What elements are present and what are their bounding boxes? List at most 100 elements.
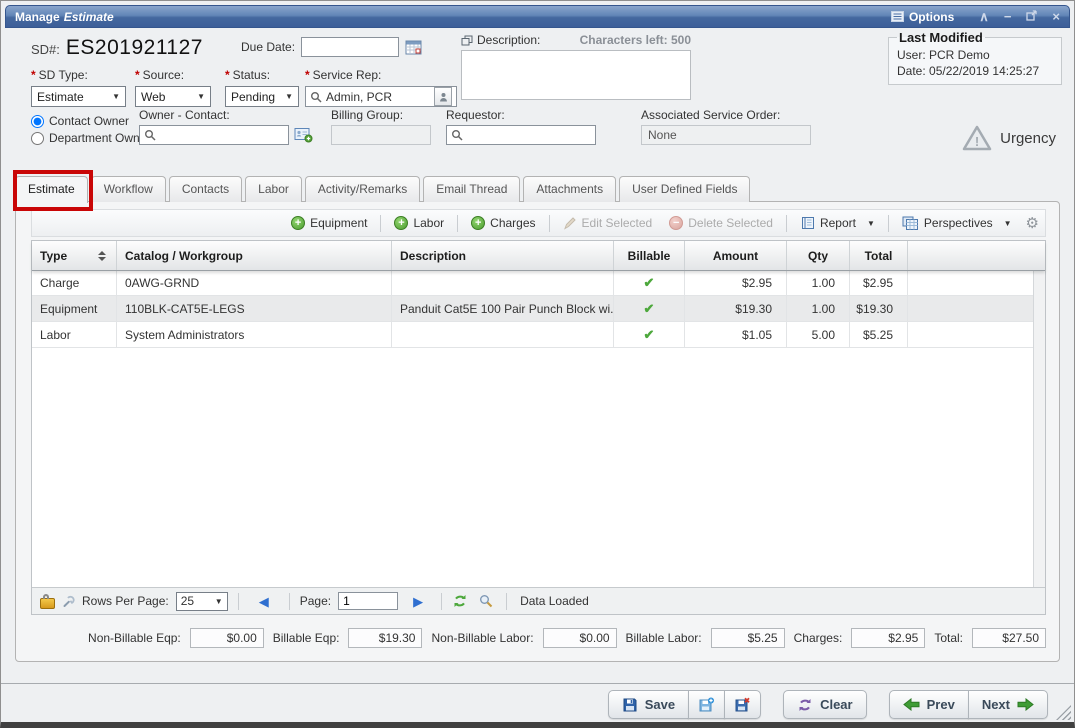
delete-selected-label: Delete Selected [688, 216, 773, 230]
save-and-new-button[interactable] [688, 690, 725, 719]
required-icon: * [135, 68, 140, 82]
requestor-field[interactable] [446, 125, 596, 145]
next-page-button[interactable]: ▶ [413, 595, 423, 608]
add-charges-label: Charges [490, 216, 535, 230]
clear-button[interactable]: Clear [783, 690, 867, 719]
options-button[interactable]: Options [891, 10, 954, 24]
tab-estimate[interactable]: Estimate [15, 176, 88, 203]
sd-type-select[interactable]: Estimate ▼ [31, 86, 126, 107]
close-icon: × [1052, 9, 1060, 24]
non-billable-labor-label: Non-Billable Labor: [431, 631, 533, 645]
save-button[interactable]: Save [608, 690, 689, 719]
add-equipment-button[interactable]: + Equipment [284, 213, 374, 233]
total-label: Total: [934, 631, 963, 645]
column-header-billable[interactable]: Billable [614, 241, 685, 270]
collapse-button[interactable]: ∧ [979, 10, 989, 23]
cell-total: $19.30 [850, 296, 908, 321]
add-charges-button[interactable]: + Charges [464, 213, 542, 233]
edit-selected-button[interactable]: Edit Selected [556, 213, 660, 233]
contact-owner-radio-input[interactable] [31, 115, 44, 128]
svg-text:!: ! [975, 134, 979, 149]
associated-so-group: Associated Service Order: None [641, 108, 811, 145]
table-row[interactable]: Charge 0AWG-GRND ✔ $2.95 1.00 $2.95 [32, 270, 1034, 296]
urgency-label: Urgency [1000, 130, 1056, 147]
save-label: Save [645, 697, 675, 712]
column-header-description[interactable]: Description [392, 241, 614, 270]
sd-number-value: ES201921127 [66, 36, 203, 60]
prev-page-button[interactable]: ◀ [259, 595, 269, 608]
department-owner-label: Department Owner [49, 131, 150, 145]
save-and-close-button[interactable] [724, 690, 761, 719]
column-header-catalog[interactable]: Catalog / Workgroup [117, 241, 392, 270]
tab-labor[interactable]: Labor [245, 176, 302, 202]
tab-attachments[interactable]: Attachments [523, 176, 616, 202]
table-row[interactable]: Labor System Administrators ✔ $1.05 5.00… [32, 322, 1034, 348]
due-date-input[interactable] [301, 37, 399, 57]
add-labor-button[interactable]: + Labor [387, 213, 451, 233]
report-dropdown-button[interactable]: Report ▼ [793, 213, 882, 233]
report-icon [800, 216, 815, 230]
gear-icon[interactable]: ⚙ [1026, 214, 1039, 232]
tab-workflow[interactable]: Workflow [91, 176, 166, 202]
rows-per-page-select[interactable]: 25 ▼ [176, 592, 228, 611]
description-textarea[interactable] [461, 50, 691, 100]
edit-selected-label: Edit Selected [582, 216, 653, 230]
last-modified-box: Last Modified User: PCR Demo Date: 05/22… [888, 30, 1062, 85]
chevron-down-icon: ▼ [197, 92, 205, 101]
tab-email-thread[interactable]: Email Thread [423, 176, 520, 202]
urgency-indicator[interactable]: ! Urgency [961, 124, 1056, 152]
wrench-icon[interactable] [62, 595, 75, 608]
chevron-down-icon: ▼ [112, 92, 120, 101]
column-header-type[interactable]: Type [32, 241, 117, 270]
page-input[interactable] [338, 592, 398, 610]
service-rep-field[interactable]: Admin, PCR [305, 86, 457, 107]
service-rep-person-button[interactable] [434, 87, 452, 106]
contact-owner-radio[interactable]: Contact Owner [31, 114, 150, 128]
billable-check-icon: ✔ [614, 270, 685, 295]
associated-so-label: Associated Service Order: [641, 108, 811, 122]
owner-contact-field[interactable] [139, 125, 289, 145]
refresh-icon[interactable] [452, 594, 468, 608]
perspectives-dropdown-button[interactable]: Perspectives ▼ [895, 213, 1019, 234]
perspectives-label: Perspectives [924, 216, 993, 230]
table-row[interactable]: Equipment 110BLK-CAT5E-LEGS Panduit Cat5… [32, 296, 1034, 322]
close-button[interactable]: × [1052, 10, 1060, 23]
department-owner-radio-input[interactable] [31, 132, 44, 145]
status-select[interactable]: Pending ▼ [225, 86, 299, 107]
next-button[interactable]: Next [968, 690, 1048, 719]
column-header-amount[interactable]: Amount [685, 241, 787, 270]
required-icon: * [31, 68, 36, 82]
cell-description [392, 270, 614, 295]
lock-icon[interactable] [40, 598, 55, 609]
description-label: Description: [477, 33, 540, 47]
associated-so-value: None [648, 128, 677, 142]
tab-strip: Estimate Workflow Contacts Labor Activit… [15, 173, 1060, 202]
report-label: Report [820, 216, 856, 230]
source-select[interactable]: Web ▼ [135, 86, 211, 107]
column-header-total[interactable]: Total [850, 241, 908, 270]
cell-filler [908, 296, 1034, 321]
cell-type: Equipment [32, 296, 117, 321]
minimize-button[interactable]: − [1004, 10, 1012, 23]
grid-toolbar: + Equipment + Labor + Charges Edit Selec… [31, 209, 1046, 237]
sort-icon [98, 251, 108, 261]
column-header-qty[interactable]: Qty [787, 241, 850, 270]
popout-description-icon[interactable] [461, 35, 473, 46]
vertical-scrollbar[interactable] [1033, 241, 1045, 588]
delete-selected-button[interactable]: − Delete Selected [662, 213, 780, 233]
window-title-prefix: Manage [15, 10, 60, 24]
cell-type: Labor [32, 322, 117, 347]
tab-contacts[interactable]: Contacts [169, 176, 242, 202]
tab-activity-remarks[interactable]: Activity/Remarks [305, 176, 420, 202]
department-owner-radio[interactable]: Department Owner [31, 131, 150, 145]
prev-button[interactable]: Prev [889, 690, 969, 719]
calendar-icon[interactable] [405, 39, 423, 55]
popout-button[interactable] [1026, 10, 1037, 23]
zoom-search-icon[interactable] [479, 594, 493, 608]
search-icon [310, 91, 322, 103]
owner-contact-label: Owner - Contact: [139, 108, 313, 122]
add-labor-label: Labor [413, 216, 444, 230]
tab-user-defined-fields[interactable]: User Defined Fields [619, 176, 750, 202]
add-contact-card-icon[interactable] [294, 127, 313, 143]
pagination-bar: Rows Per Page: 25 ▼ ◀ Page: ▶ [32, 587, 1045, 614]
